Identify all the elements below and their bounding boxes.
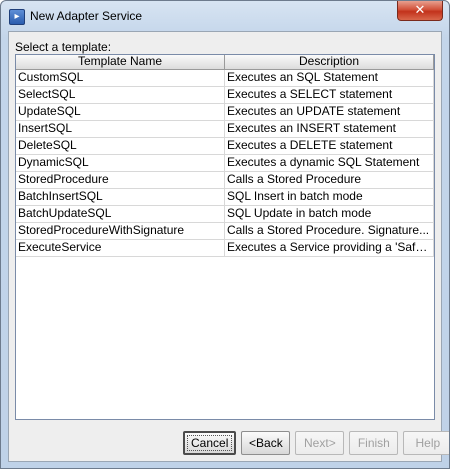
template-description-cell: Executes an UPDATE statement [225,104,434,120]
help-button[interactable]: Help [403,431,449,455]
table-row[interactable]: SelectSQL Executes a SELECT statement [16,87,434,104]
table-row[interactable]: UpdateSQL Executes an UPDATE statement [16,104,434,121]
back-button[interactable]: <Back [241,431,291,455]
template-description-cell: SQL Update in batch mode [225,206,434,222]
template-description-cell: Executes an INSERT statement [225,121,434,137]
window-title: New Adapter Service [30,9,143,23]
table-row[interactable]: InsertSQL Executes an INSERT statement [16,121,434,138]
table-row[interactable]: StoredProcedureWithSignature Calls a Sto… [16,223,434,240]
close-button[interactable]: ✕ [397,1,443,21]
table-row[interactable]: BatchUpdateSQL SQL Update in batch mode [16,206,434,223]
table-row[interactable]: CustomSQL Executes an SQL Statement [16,70,434,87]
dialog-body: Select a template: Template Name Descrip… [8,31,449,462]
template-name-cell: SelectSQL [16,87,225,103]
table-row[interactable]: DeleteSQL Executes a DELETE statement [16,138,434,155]
template-name-cell: StoredProcedureWithSignature [16,223,225,239]
template-name-cell: DeleteSQL [16,138,225,154]
template-description-cell: Executes a DELETE statement [225,138,434,154]
template-description-cell: Executes an SQL Statement [225,70,434,86]
cancel-button[interactable]: Cancel [183,431,237,455]
next-button[interactable]: Next> [295,431,345,455]
template-name-cell: ExecuteService [16,240,225,256]
column-header-description[interactable]: Description [225,55,434,69]
template-name-cell: CustomSQL [16,70,225,86]
column-header-template-name[interactable]: Template Name [16,55,225,69]
template-name-cell: DynamicSQL [16,155,225,171]
template-description-cell: Executes a dynamic SQL Statement [225,155,434,171]
template-name-cell: StoredProcedure [16,172,225,188]
table-header: Template Name Description [16,55,434,70]
template-name-cell: BatchInsertSQL [16,189,225,205]
table-row[interactable]: StoredProcedure Calls a Stored Procedure [16,172,434,189]
table-row[interactable]: BatchInsertSQL SQL Insert in batch mode [16,189,434,206]
title-bar[interactable]: ▸ New Adapter Service ✕ [1,1,449,31]
app-icon: ▸ [9,9,25,25]
template-description-cell: SQL Insert in batch mode [225,189,434,205]
template-name-cell: InsertSQL [16,121,225,137]
template-description-cell: Executes a SELECT statement [225,87,434,103]
close-icon: ✕ [414,2,426,17]
template-name-cell: UpdateSQL [16,104,225,120]
template-description-cell: Calls a Stored Procedure [225,172,434,188]
template-description-cell: Calls a Stored Procedure. Signature... [225,223,434,239]
template-name-cell: BatchUpdateSQL [16,206,225,222]
table-row[interactable]: ExecuteService Executes a Service provid… [16,240,434,257]
button-bar: Cancel <Back Next> Finish Help [183,431,449,455]
select-template-label: Select a template: [15,40,112,54]
table-row[interactable]: DynamicSQL Executes a dynamic SQL Statem… [16,155,434,172]
template-table[interactable]: Template Name Description CustomSQL Exec… [15,54,435,420]
template-description-cell: Executes a Service providing a 'Safe'... [227,240,434,256]
dialog-window: ▸ New Adapter Service ✕ Select a templat… [0,0,450,469]
finish-button[interactable]: Finish [349,431,399,455]
